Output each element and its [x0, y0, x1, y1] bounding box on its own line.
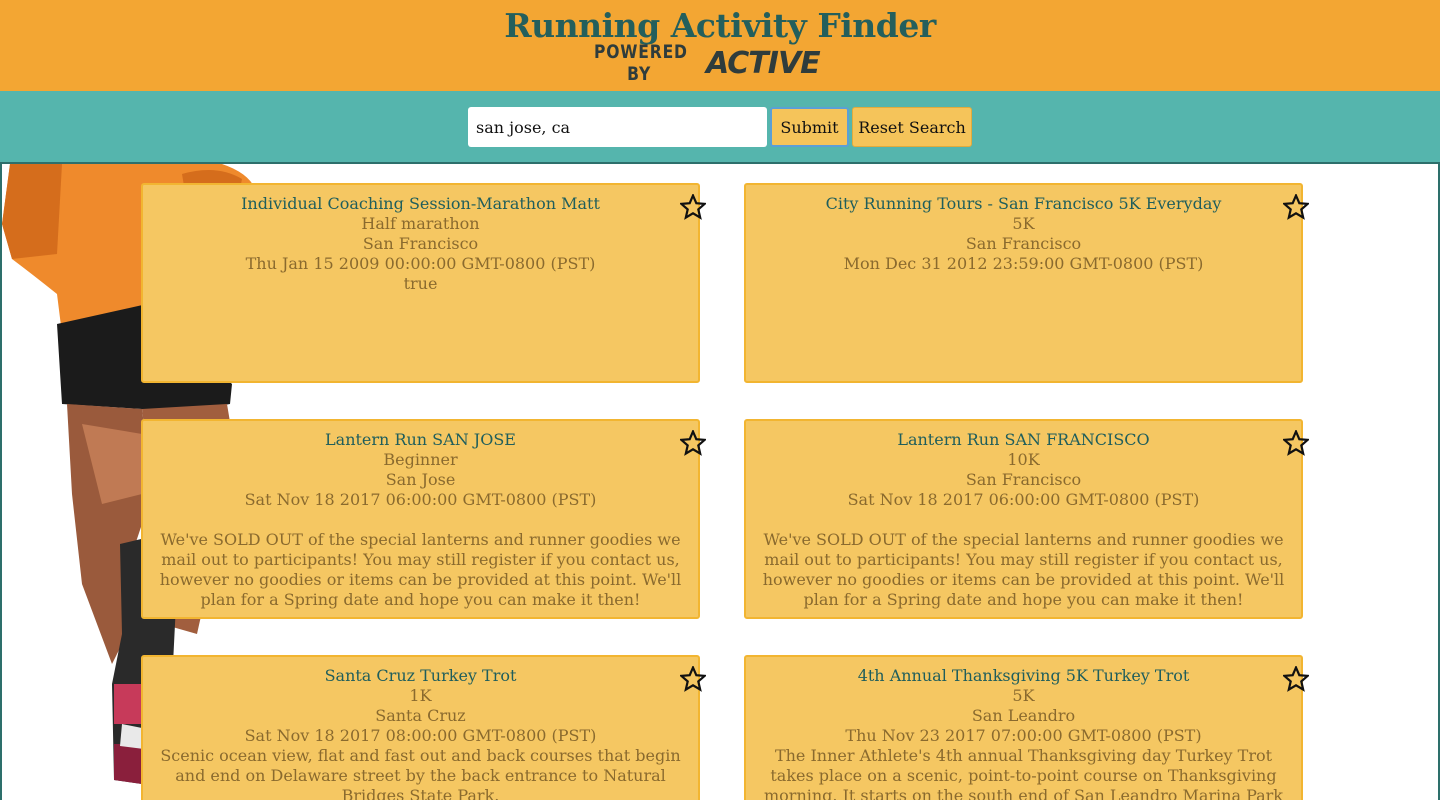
header: Running Activity Finder POWERED BY ACTIV…	[0, 0, 1440, 91]
reset-search-button[interactable]: Reset Search	[852, 107, 972, 147]
favorite-star-icon[interactable]	[678, 664, 708, 692]
activity-description: Scenic ocean view, flat and fast out and…	[160, 746, 681, 800]
submit-button[interactable]: Submit	[770, 107, 849, 147]
activity-category: 5K	[1012, 686, 1035, 705]
location-search-input[interactable]	[468, 107, 767, 147]
activity-title[interactable]: 4th Annual Thanksgiving 5K Turkey Trot	[746, 666, 1301, 686]
powered-by-logo: POWERED BY ACTIVE	[594, 41, 821, 85]
activity-title[interactable]: Santa Cruz Turkey Trot	[143, 666, 698, 686]
activity-city: San Jose	[385, 470, 456, 489]
active-brand-logo: ACTIVE	[706, 45, 821, 81]
favorite-star-icon[interactable]	[1281, 192, 1311, 220]
activity-city: San Francisco	[362, 234, 479, 253]
activity-city: San Leandro	[971, 706, 1076, 725]
powered-by-label: POWERED BY	[594, 41, 688, 85]
activity-card[interactable]: 4th Annual Thanksgiving 5K Turkey Trot 5K…	[744, 655, 1303, 800]
activity-category: Half marathon	[361, 214, 480, 233]
activity-city: San Francisco	[965, 234, 1082, 253]
activity-description: We've SOLD OUT of the special lanterns a…	[159, 530, 682, 609]
favorite-star-icon[interactable]	[678, 192, 708, 220]
favorite-star-icon[interactable]	[678, 428, 708, 456]
activity-category: 1K	[409, 686, 432, 705]
favorite-star-icon[interactable]	[1281, 664, 1311, 692]
activity-card[interactable]: Santa Cruz Turkey Trot 1K Santa Cruz Sat No…	[141, 655, 700, 800]
results-area: Individual Coaching Session-Marathon Mat…	[0, 164, 1440, 800]
activity-category: 5K	[1012, 214, 1035, 233]
activity-card[interactable]: Individual Coaching Session-Marathon Mat…	[141, 183, 700, 383]
activity-description: We've SOLD OUT of the special lanterns a…	[762, 530, 1285, 609]
activity-title[interactable]: Lantern Run SAN JOSE	[143, 430, 698, 450]
activity-date: Sat Nov 18 2017 06:00:00 GMT-0800 (PST)	[847, 490, 1200, 509]
activity-date: Thu Jan 15 2009 00:00:00 GMT-0800 (PST)	[245, 254, 596, 273]
activity-date: Mon Dec 31 2012 23:59:00 GMT-0800 (PST)	[843, 254, 1204, 273]
activity-date: Thu Nov 23 2017 07:00:00 GMT-0800 (PST)	[845, 726, 1202, 745]
activity-card[interactable]: Lantern Run SAN JOSE Beginner San Jose Sat …	[141, 419, 700, 619]
activity-title[interactable]: Lantern Run SAN FRANCISCO	[746, 430, 1301, 450]
activity-title[interactable]: Individual Coaching Session-Marathon Mat…	[143, 194, 698, 214]
favorite-star-icon[interactable]	[1281, 428, 1311, 456]
activity-card[interactable]: Lantern Run SAN FRANCISCO 10K San Francisc…	[744, 419, 1303, 619]
app-title: Running Activity Finder	[504, 6, 936, 45]
activity-description: true	[403, 274, 438, 293]
activity-city: Santa Cruz	[375, 706, 466, 725]
activity-category: 10K	[1007, 450, 1040, 469]
activity-date: Sat Nov 18 2017 08:00:00 GMT-0800 (PST)	[244, 726, 597, 745]
activity-city: San Francisco	[965, 470, 1082, 489]
search-bar: Submit Reset Search	[0, 91, 1440, 164]
activity-card[interactable]: City Running Tours - San Francisco 5K Ev…	[744, 183, 1303, 383]
activity-description: The Inner Athlete's 4th annual Thanksgiv…	[764, 746, 1283, 800]
activity-title[interactable]: City Running Tours - San Francisco 5K Ev…	[746, 194, 1301, 214]
activity-date: Sat Nov 18 2017 06:00:00 GMT-0800 (PST)	[244, 490, 597, 509]
activity-category: Beginner	[383, 450, 458, 469]
